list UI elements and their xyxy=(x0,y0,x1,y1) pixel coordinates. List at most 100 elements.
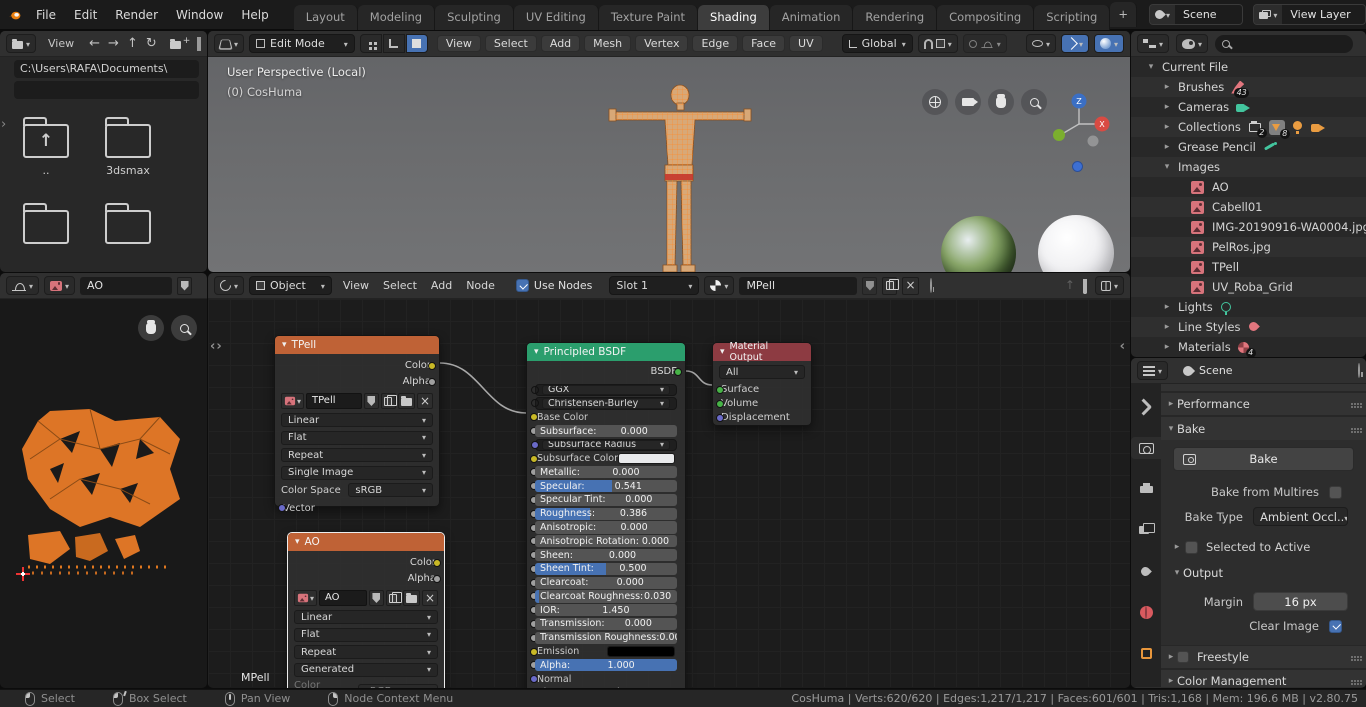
outliner-row[interactable]: ▸ Collections 2 8 xyxy=(1131,117,1366,139)
vector-input-socket[interactable] xyxy=(278,504,286,512)
input-socket[interactable] xyxy=(716,399,724,408)
parent-node-tree-button[interactable]: ↑ xyxy=(1065,279,1075,292)
shader-menu-item[interactable]: Node xyxy=(460,279,501,292)
outliner-filter-id-button[interactable] xyxy=(1176,34,1209,53)
file-item[interactable] xyxy=(96,201,160,263)
region-split-arrows[interactable]: ‹› xyxy=(210,339,223,354)
tab-world[interactable] xyxy=(1131,601,1161,623)
tab-scene[interactable] xyxy=(1131,560,1161,582)
tab-modifiers[interactable] xyxy=(1131,683,1161,688)
unlink-image-button[interactable] xyxy=(416,393,433,409)
workspace-tab[interactable]: Shading xyxy=(698,4,770,30)
shader-menu-item[interactable]: Select xyxy=(377,279,423,292)
editor-type-button[interactable] xyxy=(6,34,37,53)
node-parameter-row[interactable]: Clearcoat Roughness: 0.030 xyxy=(530,590,677,603)
editor-type-button[interactable] xyxy=(214,276,245,295)
create-directory-button[interactable]: + xyxy=(169,36,190,49)
viewport-menu-item[interactable]: Select xyxy=(484,35,537,52)
node-parameter-row[interactable]: Subsurface: 0.000 xyxy=(530,424,677,438)
up-directory-icon[interactable]: ↑ xyxy=(124,36,141,51)
path-field[interactable]: C:\Users\RAFA\Documents\ xyxy=(14,60,199,78)
open-image-button[interactable] xyxy=(397,393,415,409)
view-layer-icon[interactable] xyxy=(1254,5,1283,24)
editor-type-button[interactable] xyxy=(1137,361,1169,380)
pin-button[interactable] xyxy=(1358,363,1360,378)
node-parameter-row[interactable]: Alpha: 1.000 xyxy=(530,659,677,672)
badge-icon-3[interactable] xyxy=(1292,120,1304,134)
node-parameter-row[interactable]: Specular: 0.541 xyxy=(530,480,677,493)
workspace-tab[interactable]: Rendering xyxy=(853,4,938,30)
shading-mode-button[interactable] xyxy=(1093,34,1124,53)
node-parameter-row[interactable]: Clearcoat Normal xyxy=(535,687,677,688)
vertex-select-icon[interactable] xyxy=(359,34,382,53)
outliner-row[interactable]: Cabell01 xyxy=(1131,197,1366,217)
outliner-row[interactable]: ▾ Images xyxy=(1131,157,1366,177)
freestyle-checkbox[interactable] xyxy=(1177,651,1189,663)
grid-toggle-button[interactable] xyxy=(922,89,948,115)
outliner-row[interactable]: ▸ Brushes 43 xyxy=(1131,77,1366,98)
workspace-tab[interactable]: Animation xyxy=(769,4,854,30)
pan-view-button[interactable] xyxy=(138,315,164,341)
node-parameter-row[interactable]: Transmission: 0.000 xyxy=(530,617,677,631)
file-item[interactable] xyxy=(14,201,78,263)
outliner-row[interactable]: ▸ Line Styles xyxy=(1131,317,1366,337)
image-datablock-button[interactable] xyxy=(44,276,76,295)
refresh-icon[interactable]: ↻ xyxy=(143,36,160,51)
viewport-menu-item[interactable]: Edge xyxy=(692,35,739,52)
panel-color-management[interactable]: ▸ Color Management xyxy=(1161,669,1366,687)
workspace-tab[interactable]: Modeling xyxy=(357,4,436,30)
forward-icon[interactable]: → xyxy=(105,36,122,51)
node-ao[interactable]: ▾ AO Color Alpha AO xyxy=(287,532,445,688)
color-space-dropdown[interactable]: sRGB xyxy=(357,684,438,688)
overlay-dropdown-button[interactable] xyxy=(1094,276,1124,295)
proportional-editing-controls[interactable] xyxy=(962,34,1007,53)
back-icon[interactable]: ← xyxy=(86,36,103,51)
material-datablock-button[interactable] xyxy=(704,276,735,295)
node-parameter-row[interactable]: Clearcoat: 0.000 xyxy=(530,576,677,589)
zoom-view-button[interactable] xyxy=(171,315,197,341)
image-name-field[interactable]: AO xyxy=(319,590,367,606)
margin-field[interactable]: 16 px xyxy=(1253,592,1348,611)
edit-mesh-human[interactable] xyxy=(607,79,757,272)
expand-icon[interactable]: ▾ xyxy=(1145,62,1157,72)
node-parameter-row[interactable]: Anisotropic Rotation: 0.000 xyxy=(530,535,677,548)
viewport-menu-item[interactable]: Face xyxy=(742,35,786,52)
image-browse-button[interactable] xyxy=(281,393,305,409)
file-item[interactable]: .. xyxy=(14,115,78,177)
editor-type-button[interactable] xyxy=(214,34,245,53)
snap-button[interactable] xyxy=(1082,279,1087,294)
collapse-icon[interactable]: ▾ xyxy=(720,347,725,357)
cursor-2d-icon[interactable] xyxy=(16,567,30,581)
fake-user-button[interactable] xyxy=(177,276,193,295)
search-input[interactable] xyxy=(1215,34,1353,53)
expand-icon[interactable]: ▸ xyxy=(1161,82,1173,92)
transform-orientation-dropdown[interactable]: Global xyxy=(841,34,913,53)
node-principled-bsdf[interactable]: ▾ Principled BSDF BSDF GGX ▾ Christensen… xyxy=(526,342,686,688)
expand-icon[interactable]: ▸ xyxy=(1161,322,1173,332)
input-socket[interactable] xyxy=(531,385,539,394)
viewport-menu-item[interactable]: Vertex xyxy=(635,35,689,52)
overlays-button[interactable] xyxy=(1060,34,1089,53)
output-socket[interactable] xyxy=(433,574,441,583)
color-swatch[interactable] xyxy=(607,646,675,658)
expand-icon[interactable]: ▸ xyxy=(1161,122,1173,132)
tab-view-layer[interactable] xyxy=(1131,519,1161,541)
shader-menu-item[interactable]: View xyxy=(337,279,375,292)
node-enum-dropdown[interactable]: Repeat xyxy=(281,448,433,462)
node-canvas[interactable]: ‹› ‹ ▾ TPell Color Alpha ▾ TPell × Linea… xyxy=(208,299,1130,688)
fake-user-button[interactable] xyxy=(363,393,379,409)
editor-type-button[interactable] xyxy=(6,276,40,295)
target-dropdown[interactable]: All xyxy=(719,365,805,379)
mode-dropdown[interactable]: Edit Mode xyxy=(249,34,355,53)
outliner-row[interactable]: ▸ Grease Pencil xyxy=(1131,137,1366,157)
image-browse-button[interactable] xyxy=(294,590,318,606)
material-name-field[interactable]: MPell xyxy=(739,276,858,295)
workspace-tab[interactable]: Compositing xyxy=(937,4,1035,30)
input-socket[interactable] xyxy=(531,440,539,449)
navigation-gizmo[interactable]: Z X xyxy=(1046,91,1112,157)
outliner-row[interactable]: AO xyxy=(1131,177,1366,197)
node-parameter-row[interactable]: GGX xyxy=(531,383,677,396)
node-parameter-row[interactable]: Base Color xyxy=(530,411,677,423)
region-collapse-arrow[interactable]: ‹ xyxy=(1120,339,1126,354)
outliner-row[interactable]: ▸ Cameras xyxy=(1131,97,1366,117)
